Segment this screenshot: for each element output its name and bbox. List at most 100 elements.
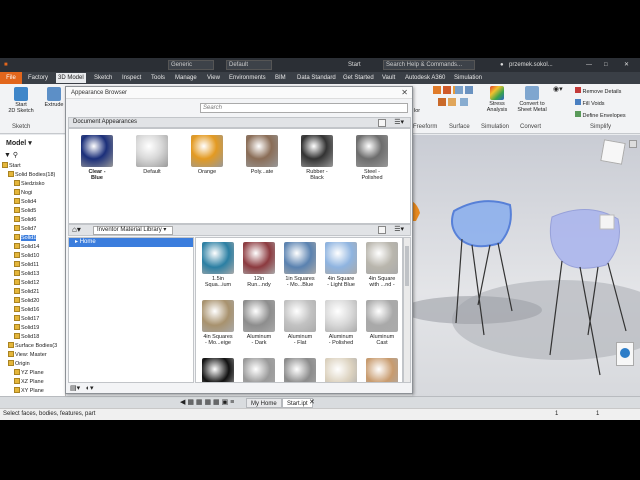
tab-my-home[interactable]: My Home xyxy=(246,398,282,408)
tab-factory[interactable]: Factory xyxy=(26,73,50,83)
dialog-title-bar[interactable]: Appearance Browser ✕ xyxy=(66,87,412,99)
tab-file[interactable]: File xyxy=(0,72,22,84)
library-scrollbar[interactable] xyxy=(403,237,411,383)
tab-manage[interactable]: Manage xyxy=(173,73,199,83)
browser-item[interactable]: Solid1 xyxy=(14,234,37,243)
library-material-item[interactable]: Aluminum - Dark xyxy=(239,300,279,346)
library-material-item[interactable] xyxy=(321,358,361,382)
create-library-icon[interactable]: ▤▾ xyxy=(70,385,80,392)
library-combo[interactable]: Inventor Material Library ▾ xyxy=(93,226,173,235)
browser-item[interactable]: XY Plane xyxy=(14,387,44,396)
document-appearance-item[interactable]: Rubber - Black xyxy=(297,135,337,181)
appearance-search-input[interactable]: Search xyxy=(200,103,408,113)
browser-item[interactable]: YZ Plane xyxy=(14,369,44,378)
stress-analysis-button[interactable]: Stress Analysis xyxy=(482,86,512,113)
close-icon[interactable]: ✕ xyxy=(401,88,408,98)
convert-sheet-metal-button[interactable]: Convert to Sheet Metal xyxy=(514,86,550,113)
tab-tools[interactable]: Tools xyxy=(149,73,167,83)
library-options-icon[interactable]: ☰▾ xyxy=(394,225,404,233)
tab-inspect[interactable]: Inspect xyxy=(120,73,143,83)
settings-dropdown-icon[interactable]: ◉▾ xyxy=(553,86,563,93)
tab-bim[interactable]: BIM xyxy=(273,73,288,83)
app-logo-icon[interactable]: ■ xyxy=(4,60,8,70)
library-material-item[interactable]: Aluminum - Polished xyxy=(321,300,361,346)
scrollbar-thumb[interactable] xyxy=(405,246,409,286)
library-material-item[interactable]: 12in Run...ndy xyxy=(239,242,279,288)
tab-view[interactable]: View xyxy=(205,73,222,83)
3d-viewport[interactable] xyxy=(412,135,640,397)
library-material-item[interactable]: 1in Squares - Mo...Blue xyxy=(280,242,320,288)
library-material-item[interactable]: 1.5in Squa...ium xyxy=(198,242,238,288)
close-icon[interactable]: ✕ xyxy=(624,60,629,70)
browser-item[interactable]: View: Master xyxy=(8,351,47,360)
extrude-button[interactable]: Extrude xyxy=(40,87,68,108)
browser-item[interactable]: Nogi xyxy=(14,189,32,198)
steering-wheel-icon[interactable] xyxy=(620,348,630,358)
library-material-item[interactable] xyxy=(280,358,320,382)
fill-voids-button[interactable]: Fill Voids xyxy=(575,99,605,107)
library-view-icon[interactable] xyxy=(378,226,386,234)
library-material-item[interactable] xyxy=(362,358,402,382)
tab-data-standard[interactable]: Data Standard xyxy=(295,73,338,83)
browser-item[interactable]: Solid Bodies(18) xyxy=(8,171,55,180)
browser-item[interactable]: Origin xyxy=(8,360,30,369)
library-material-item[interactable]: 4in Square - Light Blue xyxy=(321,242,361,288)
tab-simulation[interactable]: Simulation xyxy=(452,73,484,83)
document-appearance-item[interactable]: Default xyxy=(132,135,172,175)
browser-header[interactable]: Model ▾ xyxy=(6,139,32,147)
library-material-item[interactable] xyxy=(239,358,279,382)
document-appearance-item[interactable]: Steel - Polished xyxy=(352,135,392,181)
browser-item[interactable]: Solid6 xyxy=(14,216,36,225)
document-appearance-item[interactable]: Poly...ate xyxy=(242,135,282,175)
document-appearance-item[interactable]: Orange xyxy=(187,135,227,175)
create-appearance-icon[interactable]: ◐▾ xyxy=(86,385,94,392)
material-combo[interactable]: Generic xyxy=(168,60,214,70)
browser-item[interactable]: Solid12 xyxy=(14,279,39,288)
start-2d-sketch-button[interactable]: Start 2D Sketch xyxy=(4,87,38,114)
navigation-bar[interactable] xyxy=(616,342,634,366)
library-material-item[interactable]: Aluminum Cast xyxy=(362,300,402,346)
browser-item[interactable]: Solid10 xyxy=(14,252,39,261)
document-appearances-header[interactable]: Document Appearances ☰▾ xyxy=(68,117,411,128)
appearance-combo[interactable]: Default xyxy=(226,60,272,70)
tab-3d-model[interactable]: 3D Model xyxy=(56,73,86,83)
tab-nav-icons[interactable]: ◀ ▦ ▦ ▦ ▦ ▣ ≡ xyxy=(180,398,234,406)
viewcube-icon[interactable] xyxy=(600,139,626,165)
library-home-item[interactable]: ▸ Home xyxy=(69,238,193,247)
browser-item[interactable]: Solid5 xyxy=(14,207,36,216)
tab-close-icon[interactable]: ✕ xyxy=(309,398,315,406)
browser-item[interactable]: Solid7 xyxy=(14,225,36,234)
library-material-item[interactable]: 4in Squares - Mo...eige xyxy=(198,300,238,346)
browser-item[interactable]: Solid19 xyxy=(14,324,39,333)
help-search-input[interactable]: Search Help & Commands... xyxy=(383,60,475,70)
library-material-item[interactable]: 4in Square with ...nd - xyxy=(362,242,402,288)
browser-item[interactable]: Solid13 xyxy=(14,270,39,279)
tab-autodesk-a360[interactable]: Autodesk A360 xyxy=(403,73,447,83)
tab-get-started[interactable]: Get Started xyxy=(341,73,376,83)
library-material-item[interactable] xyxy=(198,358,238,382)
browser-item[interactable]: Solid14 xyxy=(14,243,39,252)
browser-item[interactable]: Solid16 xyxy=(14,306,39,315)
surface-tools[interactable] xyxy=(452,86,476,108)
home-icon[interactable]: ⌂▾ xyxy=(72,225,81,234)
minimize-icon[interactable]: — xyxy=(586,60,592,70)
tab-vault[interactable]: Vault xyxy=(380,73,397,83)
library-material-item[interactable]: Aluminum - Flat xyxy=(280,300,320,346)
home-view-icon[interactable] xyxy=(629,140,637,148)
tab-sketch[interactable]: Sketch xyxy=(92,73,114,83)
filter-icon[interactable]: ▼ ⚲ xyxy=(4,151,18,159)
browser-item[interactable]: Siedzisko xyxy=(14,180,45,189)
remove-details-button[interactable]: Remove Details xyxy=(575,87,621,95)
browser-item[interactable]: Solid17 xyxy=(14,315,39,324)
document-appearance-item[interactable]: Clear - Blue xyxy=(77,135,117,181)
define-envelopes-button[interactable]: Define Envelopes xyxy=(575,111,626,119)
browser-item[interactable]: Solid21 xyxy=(14,288,39,297)
browser-item[interactable]: Solid4 xyxy=(14,198,36,207)
maximize-icon[interactable]: □ xyxy=(604,60,608,70)
view-toggle-icon[interactable] xyxy=(378,119,386,127)
browser-item[interactable]: Solid11 xyxy=(14,261,39,270)
tab-environments[interactable]: Environments xyxy=(227,73,268,83)
user-name[interactable]: przemek.sokol... xyxy=(509,60,553,70)
browser-item[interactable]: Start xyxy=(2,162,21,171)
browser-item[interactable]: XZ Plane xyxy=(14,378,44,387)
